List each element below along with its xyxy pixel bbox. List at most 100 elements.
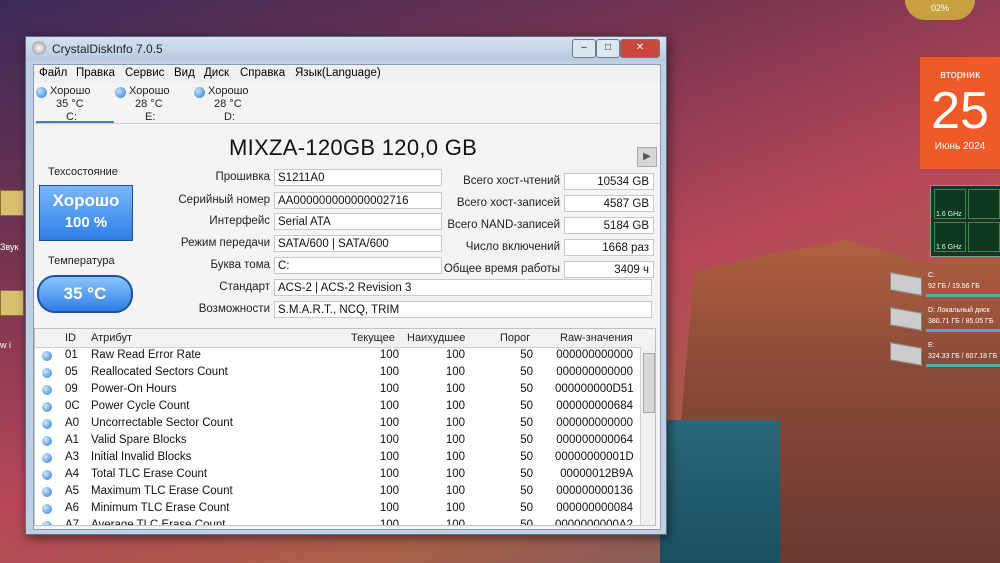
drive-tab-e[interactable]: Хорошо 28 °C E: (115, 84, 197, 123)
temperature-label: Температура (48, 255, 115, 267)
attribute-threshold: 50 (520, 383, 533, 395)
status-good-icon (42, 504, 52, 514)
drive-tab-letter: D: (224, 111, 235, 123)
desktop-icon-label: w i (0, 340, 11, 350)
attribute-name: Total TLC Erase Count (91, 468, 208, 480)
calendar-month: Июнь 2024 (934, 141, 986, 152)
minimize-button[interactable]: ‒ (572, 39, 596, 58)
menu-language[interactable]: Язык(Language) (295, 67, 381, 79)
drive-usage: 380.71 ГБ / 85.05 ГБ (928, 318, 994, 325)
col-worst-header[interactable]: Наихудшее (407, 332, 465, 344)
attribute-worst: 100 (445, 502, 465, 514)
menu-service[interactable]: Сервис (125, 67, 164, 79)
temperature-value[interactable]: 35 °C (37, 275, 133, 313)
attribute-raw: 000000000000 (556, 366, 633, 378)
table-row[interactable]: A5 Maximum TLC Erase Count 100 100 50 0000000… (35, 484, 640, 501)
table-row[interactable]: A6 Minimum TLC Erase Count 100 100 50 0000000… (35, 501, 640, 518)
drive-gadget-c[interactable]: C: 92 ГБ / 19.56 ГБ (890, 272, 1000, 298)
table-row[interactable]: 01 Raw Read Error Rate 100 100 50 00000000000… (35, 348, 640, 365)
desktop-left-icons: Звук w i (0, 150, 24, 360)
status-good-icon (42, 402, 52, 412)
menu-bar: Файл Правка Сервис Вид Диск Справка Язык… (34, 65, 660, 83)
col-raw-header[interactable]: Raw-значения (560, 332, 633, 344)
drive-gadget-e[interactable]: E: 324.33 ГБ / 607.18 ГБ (890, 342, 1000, 368)
drive-icon (890, 272, 922, 296)
standard-label: Стандарт (219, 281, 270, 293)
serial-value: AA000000000000002716 (274, 192, 442, 209)
attribute-worst: 100 (445, 383, 465, 395)
attribute-current: 100 (379, 502, 399, 514)
attribute-raw: 000000000136 (556, 485, 633, 497)
col-threshold-header[interactable]: Порог (500, 332, 530, 344)
drive-tab-d[interactable]: Хорошо 28 °C D: (194, 84, 276, 123)
menu-edit[interactable]: Правка (76, 67, 115, 79)
scrollbar-thumb[interactable] (643, 353, 655, 413)
features-label: Возможности (198, 303, 270, 315)
menu-disk[interactable]: Диск (204, 67, 229, 79)
maximize-button[interactable]: □ (596, 39, 620, 58)
desktop-sea-image (660, 420, 780, 563)
desktop-file-icon[interactable] (0, 290, 24, 316)
attribute-worst: 100 (445, 485, 465, 497)
menu-help[interactable]: Справка (240, 67, 285, 79)
col-attribute-header[interactable]: Атрибут (91, 332, 132, 344)
table-header: ID Атрибут Текущее Наихудшее Порог Raw-з… (35, 329, 655, 348)
calendar-day: 25 (931, 82, 989, 140)
window-client-area: Файл Правка Сервис Вид Диск Справка Язык… (33, 64, 661, 530)
health-percent: 100 % (64, 214, 108, 231)
drive-usage: 324.33 ГБ / 607.18 ГБ (928, 353, 998, 360)
table-row[interactable]: A3 Initial Invalid Blocks 100 100 50 00000000… (35, 450, 640, 467)
attribute-worst: 100 (445, 451, 465, 463)
drive-icon (890, 342, 922, 366)
drive-name: C: (928, 272, 935, 279)
col-current-header[interactable]: Текущее (351, 332, 395, 344)
col-id-header[interactable]: ID (65, 332, 76, 344)
drive-model-title: MIXZA-120GB 120,0 GB (229, 135, 478, 160)
status-good-icon (42, 487, 52, 497)
status-good-icon (36, 87, 47, 98)
drive-usage: 92 ГБ / 19.56 ГБ (928, 283, 980, 290)
desktop-file-icon[interactable] (0, 190, 24, 216)
crystaldiskinfo-window: CrystalDiskInfo 7.0.5 ‒ □ ✕ Файл Правка … (25, 36, 667, 535)
close-button[interactable]: ✕ (620, 39, 660, 58)
table-row[interactable]: A0 Uncorrectable Sector Count 100 100 50 0000… (35, 416, 640, 433)
title-bar[interactable]: CrystalDiskInfo 7.0.5 ‒ □ ✕ (26, 37, 666, 61)
attribute-current: 100 (379, 349, 399, 361)
calendar-gadget[interactable]: вторник 25 Июнь 2024 (920, 57, 1000, 169)
status-good-icon (42, 351, 52, 361)
status-good-icon (115, 87, 126, 98)
attribute-current: 100 (379, 468, 399, 480)
menu-file[interactable]: Файл (39, 67, 67, 79)
attribute-worst: 100 (445, 349, 465, 361)
firmware-value: S1211A0 (274, 169, 442, 186)
table-row[interactable]: 05 Reallocated Sectors Count 100 100 50 00000… (35, 365, 640, 382)
power-hours-value: 3409 ч (564, 261, 654, 278)
table-row[interactable]: A7 Average TLC Erase Count 100 100 50 0000000… (35, 518, 640, 526)
attribute-raw: 000000000084 (556, 502, 633, 514)
attribute-current: 100 (379, 417, 399, 429)
power-count-value: 1668 раз (564, 239, 654, 256)
drive-icon (890, 307, 922, 331)
attribute-name: Minimum TLC Erase Count (91, 502, 230, 514)
table-row[interactable]: 0C Power Cycle Count 100 100 50 000000000684 (35, 399, 640, 416)
cpu-core-graph (968, 189, 1000, 219)
transfer-mode-label: Режим передачи (180, 237, 270, 249)
table-row[interactable]: A1 Valid Spare Blocks 100 100 50 000000000064 (35, 433, 640, 450)
drive-gadget-d[interactable]: D: Локальный диск 380.71 ГБ / 85.05 ГБ (890, 307, 1000, 333)
next-drive-button[interactable]: ▶ (637, 147, 657, 167)
cpu-freq-label: 1.6 GHz (936, 244, 962, 251)
cpu-meter-gadget[interactable]: 1.6 GHz 1.6 GHz (930, 185, 1000, 257)
health-status-button[interactable]: Хорошо 100 % (39, 185, 133, 241)
table-row[interactable]: 09 Power-On Hours 100 100 50 000000000D51 (35, 382, 640, 399)
table-scrollbar[interactable] (640, 347, 655, 525)
attribute-threshold: 50 (520, 519, 533, 526)
standard-value: ACS-2 | ACS-2 Revision 3 (274, 279, 652, 296)
attribute-id: 0C (65, 400, 80, 412)
power-count-label: Число включений (465, 241, 560, 253)
attribute-threshold: 50 (520, 349, 533, 361)
menu-view[interactable]: Вид (174, 67, 195, 79)
status-good-icon (194, 87, 205, 98)
attribute-id: A5 (65, 485, 80, 497)
table-row[interactable]: A4 Total TLC Erase Count 100 100 50 00000012B… (35, 467, 640, 484)
drive-tab-c[interactable]: Хорошо 35 °C C: (36, 84, 118, 123)
